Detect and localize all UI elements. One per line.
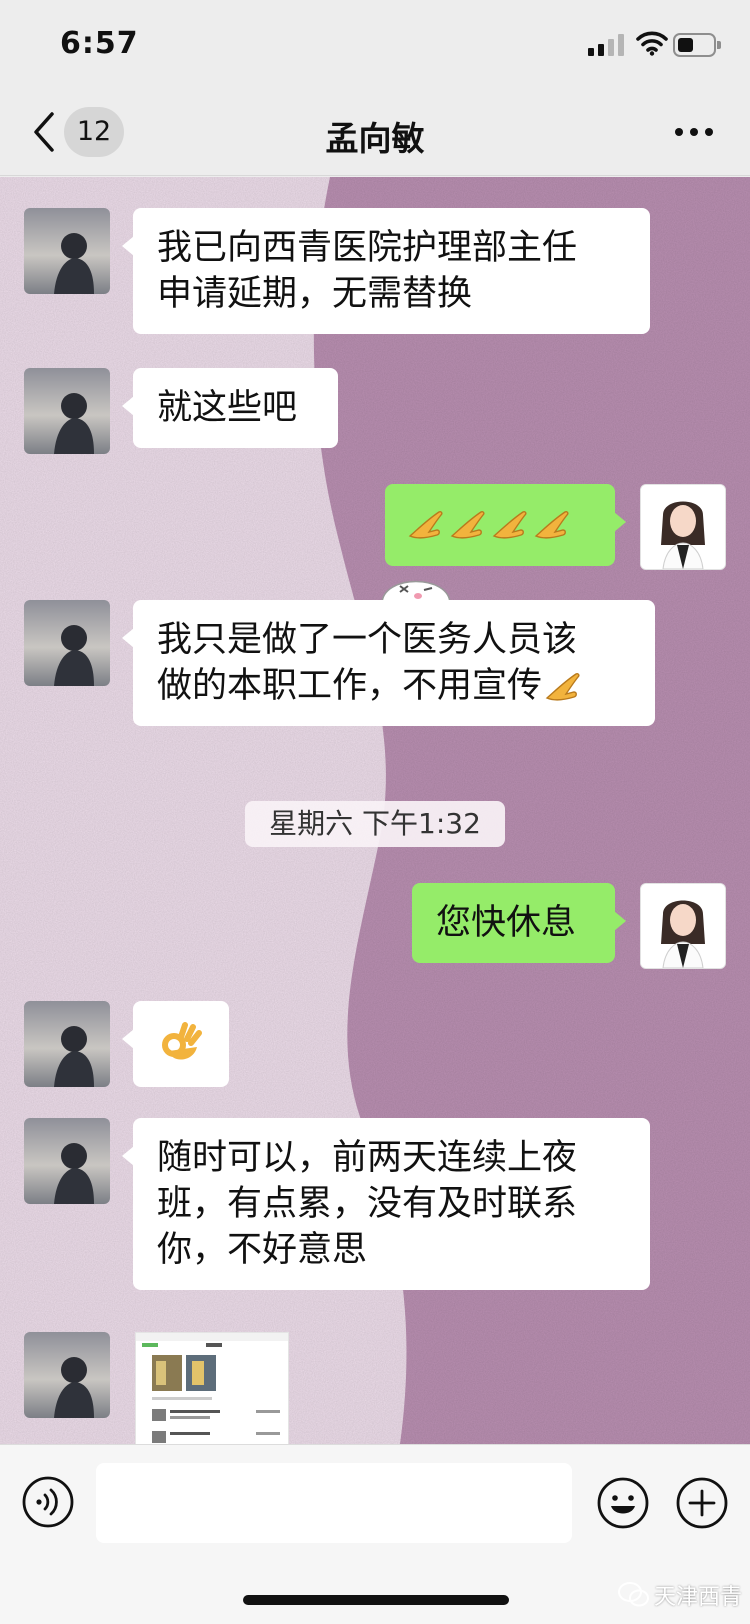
message-bubble[interactable]: 我已向西青医院护理部主任 申请延期，无需替换 (122, 208, 650, 334)
message-line-text: 做的本职工作，不用宣传 (157, 666, 543, 706)
input-bar: 天津西青 (0, 1444, 750, 1624)
cellular-signal-icon (588, 34, 624, 56)
voice-input-button[interactable] (22, 1476, 74, 1528)
message-line: 随时可以，前两天连续上夜 (157, 1138, 578, 1178)
message-input[interactable] (96, 1463, 572, 1543)
message-bubble[interactable]: 就这些吧 (122, 368, 338, 448)
message-line: 我只是做了一个医务人员该 (157, 620, 578, 660)
sticker-icon (381, 580, 451, 604)
pinched-hand-emoji (408, 511, 443, 539)
battery-icon (673, 33, 721, 57)
message-bubble[interactable]: 随时可以，前两天连续上夜 班，有点累，没有及时联系 你，不好意思 (122, 1118, 650, 1290)
contact-avatar[interactable] (24, 600, 110, 686)
contact-avatar[interactable] (24, 1118, 110, 1204)
more-options-button[interactable] (675, 128, 713, 138)
message-line: 我已向西青医院护理部主任 (157, 228, 578, 268)
message-bubble[interactable] (385, 484, 626, 566)
status-time: 6:57 (60, 26, 139, 61)
message-line: 申请延期，无需替换 (157, 274, 473, 314)
pinched-hand-emoji (545, 673, 580, 701)
screenshot-thumbnail-icon (136, 1333, 288, 1444)
pinched-hand-emoji (492, 511, 527, 539)
contact-avatar[interactable] (24, 1001, 110, 1087)
message-bubble[interactable] (122, 1001, 229, 1087)
chat-title: 孟向敏 (325, 119, 425, 158)
watermark: 天津西青 (618, 1577, 742, 1613)
message-line: 做的本职工作，不用宣传 (157, 663, 631, 709)
contact-avatar[interactable] (24, 368, 110, 454)
my-avatar[interactable] (640, 883, 726, 969)
contact-avatar[interactable] (24, 1332, 110, 1418)
message-line: 你，不好意思 (157, 1230, 368, 1270)
pinched-hand-emoji (450, 511, 485, 539)
chat-history[interactable]: 我已向西青医院护理部主任 申请延期，无需替换 就这些吧 我只是做了一个医务人员该… (0, 177, 750, 1444)
message-timestamp: 星期六 下午1:32 (245, 801, 505, 847)
contact-avatar[interactable] (24, 208, 110, 294)
home-indicator (243, 1595, 509, 1605)
add-attachment-button[interactable] (675, 1476, 729, 1530)
message-bubble[interactable]: 我只是做了一个医务人员该 做的本职工作，不用宣传 (122, 600, 655, 726)
message-bubble[interactable]: 您快休息 (412, 883, 626, 963)
message-line: 班，有点累，没有及时联系 (157, 1184, 578, 1224)
emoji-button[interactable] (596, 1476, 650, 1530)
message-text: 您快休息 (436, 903, 577, 943)
chat-header: 12 孟向敏 (0, 90, 750, 176)
watermark-text: 天津西青 (654, 1585, 743, 1610)
ok-hand-emoji (162, 1022, 202, 1060)
wifi-icon (636, 31, 668, 56)
pinched-hand-emoji (534, 511, 569, 539)
image-message[interactable] (135, 1332, 289, 1444)
wechat-logo-icon (618, 1582, 649, 1607)
status-bar: 6:57 (0, 0, 750, 90)
my-avatar[interactable] (640, 484, 726, 570)
message-text: 就这些吧 (157, 388, 298, 428)
